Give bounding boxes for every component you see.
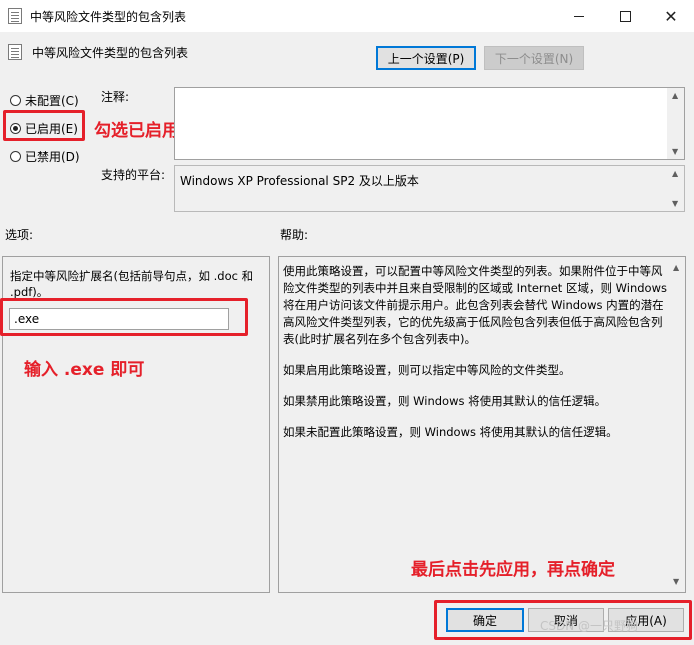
- policy-icon: [8, 44, 22, 60]
- title-bar: 中等风险文件类型的包含列表 ✕: [0, 0, 694, 32]
- platform-scrollbar[interactable]: ▲ ▼: [667, 166, 684, 211]
- window-title: 中等风险文件类型的包含列表: [30, 10, 187, 24]
- comment-field[interactable]: ▲ ▼: [174, 87, 685, 160]
- maximize-icon: [619, 10, 631, 22]
- scroll-down-icon[interactable]: ▼: [673, 577, 679, 586]
- radio-dot: [10, 151, 21, 162]
- policy-title: 中等风险文件类型的包含列表: [32, 46, 189, 60]
- minimize-icon: [574, 15, 584, 17]
- radio-label: 已禁用(D): [25, 150, 80, 164]
- scroll-up-icon[interactable]: ▲: [672, 91, 678, 100]
- maximize-button[interactable]: [602, 0, 648, 32]
- platform-label: 支持的平台:: [101, 168, 166, 182]
- scroll-up-icon[interactable]: ▲: [672, 169, 678, 178]
- platform-value: Windows XP Professional SP2 及以上版本: [180, 174, 419, 188]
- input-hint: 输入 .exe 即可: [24, 360, 145, 380]
- help-label: 帮助:: [280, 228, 309, 242]
- scroll-down-icon[interactable]: ▼: [672, 147, 678, 156]
- enabled-highlight-box: [3, 110, 85, 141]
- radio-not-configured[interactable]: 未配置(C): [10, 92, 79, 109]
- help-scrollbar[interactable]: ▲ ▼: [668, 257, 685, 592]
- watermark: CSDN @一只野狗: [540, 619, 639, 633]
- options-label: 选项:: [5, 228, 34, 242]
- scroll-down-icon[interactable]: ▼: [672, 199, 678, 208]
- help-paragraph: 如果未配置此策略设置，则 Windows 将使用其默认的信任逻辑。: [283, 425, 618, 439]
- close-icon: ✕: [664, 6, 678, 26]
- enable-hint: 勾选已启用: [94, 121, 179, 141]
- help-paragraph: 如果禁用此策略设置，则 Windows 将使用其默认的信任逻辑。: [283, 394, 607, 408]
- platform-field: Windows XP Professional SP2 及以上版本 ▲ ▼: [174, 165, 685, 212]
- close-button[interactable]: ✕: [648, 0, 694, 32]
- options-highlight-box: [0, 298, 248, 336]
- options-description: 指定中等风险扩展名(包括前导句点，如 .doc 和 .pdf)。: [10, 269, 254, 299]
- radio-dot: [10, 95, 21, 106]
- scroll-up-icon[interactable]: ▲: [673, 263, 679, 272]
- help-paragraph: 如果启用此策略设置，则可以指定中等风险的文件类型。: [283, 363, 571, 377]
- help-paragraph: 使用此策略设置，可以配置中等风险文件类型的列表。如果附件位于中等风险文件类型的列…: [283, 264, 667, 346]
- prev-setting-button[interactable]: 上一个设置(P): [376, 46, 476, 70]
- minimize-button[interactable]: [556, 0, 602, 32]
- comment-scrollbar[interactable]: ▲ ▼: [667, 88, 684, 159]
- radio-label: 未配置(C): [25, 94, 79, 108]
- comment-label: 注释:: [101, 90, 130, 104]
- radio-disabled[interactable]: 已禁用(D): [10, 148, 80, 165]
- next-setting-button[interactable]: 下一个设置(N): [484, 46, 584, 70]
- help-pane: 使用此策略设置，可以配置中等风险文件类型的列表。如果附件位于中等风险文件类型的列…: [278, 256, 686, 593]
- apply-hint: 最后点击先应用，再点确定: [411, 560, 615, 580]
- help-text: 使用此策略设置，可以配置中等风险文件类型的列表。如果附件位于中等风险文件类型的列…: [283, 263, 667, 455]
- app-icon: [8, 8, 22, 24]
